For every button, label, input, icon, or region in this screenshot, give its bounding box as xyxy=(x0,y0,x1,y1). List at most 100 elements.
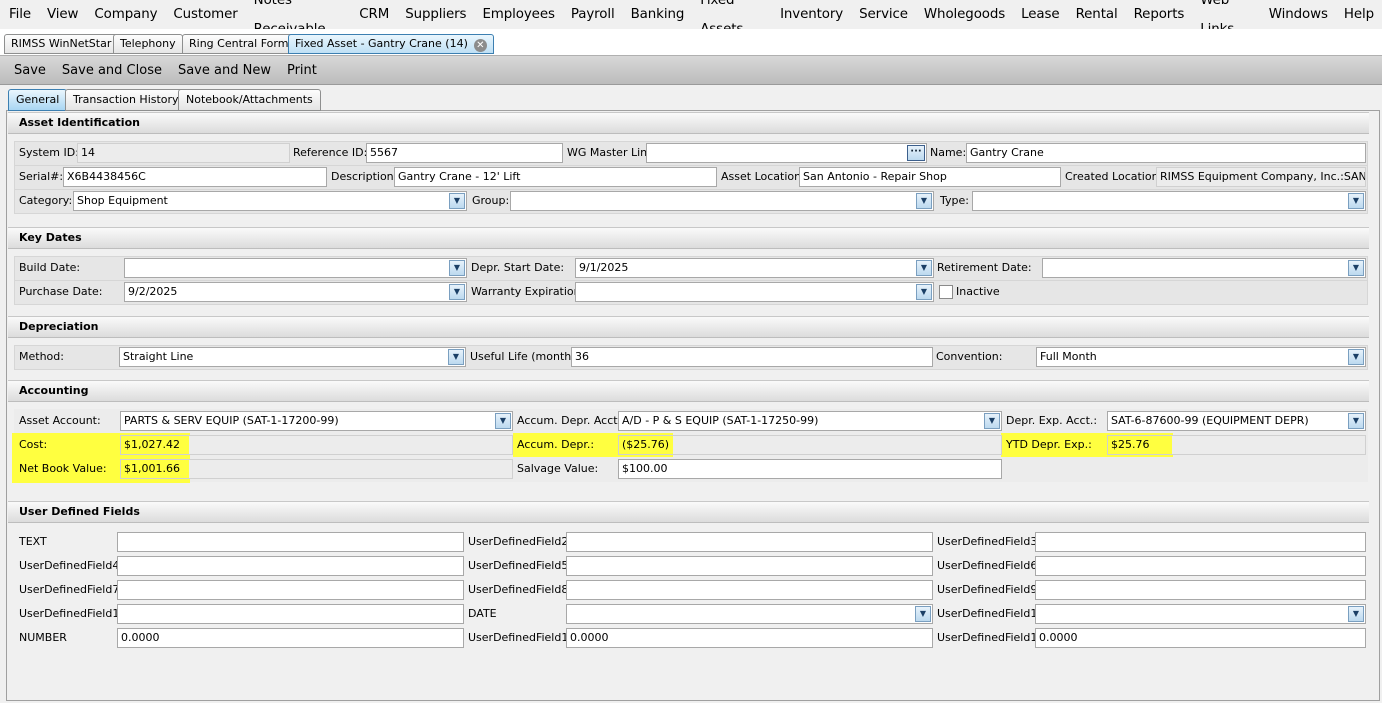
depr-exp-acct-select[interactable]: SAT-6-87600-99 (EQUIPMENT DEPR) ▼ xyxy=(1107,411,1366,431)
name-field[interactable]: Gantry Crane xyxy=(966,143,1366,163)
menu-item-customer[interactable]: Customer xyxy=(165,0,245,29)
chevron-down-icon[interactable]: ▼ xyxy=(916,193,932,209)
menu-item-banking[interactable]: Banking xyxy=(623,0,693,29)
chevron-down-icon[interactable]: ▼ xyxy=(448,349,464,365)
udf-field[interactable] xyxy=(566,532,933,552)
udf-field[interactable] xyxy=(117,556,464,576)
menu-item-company[interactable]: Company xyxy=(86,0,165,29)
menu-item-inventory[interactable]: Inventory xyxy=(772,0,851,29)
chevron-down-icon[interactable]: ▼ xyxy=(916,260,932,276)
depr-start-date-picker[interactable]: 9/1/2025 ▼ xyxy=(575,258,934,278)
chevron-down-icon[interactable]: ▼ xyxy=(495,413,511,429)
udf-label: UserDefinedField9 xyxy=(937,583,1038,596)
udf-field[interactable]: 0.0000 xyxy=(1035,628,1366,648)
tab-general[interactable]: General xyxy=(8,89,68,111)
ytd-depr-exp-label: YTD Depr. Exp.: xyxy=(1006,438,1092,451)
chevron-down-icon[interactable]: ▼ xyxy=(449,284,465,300)
menu-item-wholegoods[interactable]: Wholegoods xyxy=(916,0,1013,29)
chevron-down-icon[interactable]: ▼ xyxy=(449,193,465,209)
udf-field[interactable] xyxy=(1035,580,1366,600)
udf-field[interactable]: 0.0000 xyxy=(117,628,464,648)
chevron-down-icon[interactable]: ▼ xyxy=(1348,413,1364,429)
menu-item-suppliers[interactable]: Suppliers xyxy=(397,0,474,29)
udf-field[interactable] xyxy=(566,556,933,576)
asset-location-field[interactable]: San Antonio - Repair Shop xyxy=(799,167,1061,187)
accum-depr-acct-value: A/D - P & S EQUIP (SAT-1-17250-99) xyxy=(622,414,819,427)
menu-item-help[interactable]: Help xyxy=(1336,0,1382,29)
menu-item-rental[interactable]: Rental xyxy=(1068,0,1126,29)
doc-tab-fixed-asset[interactable]: Fixed Asset - Gantry Crane (14) ✕ xyxy=(288,34,494,54)
chevron-down-icon[interactable]: ▼ xyxy=(1348,260,1364,276)
menu-item-view[interactable]: View xyxy=(39,0,86,29)
accum-depr-acct-select[interactable]: A/D - P & S EQUIP (SAT-1-17250-99) ▼ xyxy=(618,411,1002,431)
chevron-down-icon[interactable]: ▼ xyxy=(916,284,932,300)
udf-label: UserDefinedField14 xyxy=(468,631,576,644)
udf-select[interactable]: ▼ xyxy=(1035,604,1366,624)
udf-field[interactable] xyxy=(117,580,464,600)
section-header-user-defined-fields: User Defined Fields xyxy=(8,501,1369,523)
doc-tab-rimss-winnetstar[interactable]: RIMSS WinNetStar xyxy=(4,34,119,54)
chevron-down-icon[interactable]: ▼ xyxy=(1348,349,1364,365)
save-and-new-button[interactable]: Save and New xyxy=(170,57,279,84)
wg-master-link-field[interactable]: ··· xyxy=(646,143,927,163)
reference-id-field[interactable]: 5567 xyxy=(366,143,563,163)
convention-label: Convention: xyxy=(936,350,1003,363)
menu-item-crm[interactable]: CRM xyxy=(351,0,397,29)
menu-bar: FileViewCompanyCustomerNotes ReceivableC… xyxy=(0,0,1382,37)
tab-transaction-history[interactable]: Transaction History xyxy=(65,89,187,111)
browse-ellipsis-button[interactable]: ··· xyxy=(907,145,925,161)
udf-select[interactable]: ▼ xyxy=(566,604,933,624)
udf-field[interactable] xyxy=(117,532,464,552)
menu-item-lease[interactable]: Lease xyxy=(1013,0,1067,29)
menu-item-payroll[interactable]: Payroll xyxy=(563,0,623,29)
chevron-down-icon[interactable]: ▼ xyxy=(1348,606,1364,622)
close-icon[interactable]: ✕ xyxy=(473,39,487,52)
salvage-value-label: Salvage Value: xyxy=(517,462,599,475)
chevron-down-icon[interactable]: ▼ xyxy=(915,606,931,622)
menu-item-service[interactable]: Service xyxy=(851,0,916,29)
retirement-date-label: Retirement Date: xyxy=(937,261,1032,274)
save-button[interactable]: Save xyxy=(6,57,54,84)
doc-tab-label: Telephony xyxy=(120,37,176,50)
convention-select[interactable]: Full Month ▼ xyxy=(1036,347,1366,367)
asset-account-select[interactable]: PARTS & SERV EQUIP (SAT-1-17200-99) ▼ xyxy=(120,411,513,431)
retirement-date-picker[interactable]: ▼ xyxy=(1042,258,1366,278)
description-field[interactable]: Gantry Crane - 12' Lift xyxy=(394,167,717,187)
udf-field[interactable] xyxy=(566,580,933,600)
doc-tab-ring-central-form[interactable]: Ring Central Form xyxy=(182,34,296,54)
useful-life-field[interactable]: 36 xyxy=(571,347,933,367)
system-id-label: System ID: xyxy=(19,146,79,159)
save-and-close-button[interactable]: Save and Close xyxy=(54,57,170,84)
udf-label: UserDefinedField3 xyxy=(937,535,1038,548)
inactive-checkbox[interactable] xyxy=(939,285,953,299)
method-select[interactable]: Straight Line ▼ xyxy=(119,347,466,367)
group-select[interactable]: ▼ xyxy=(510,191,934,211)
created-location-label: Created Location: xyxy=(1065,170,1163,183)
menu-item-employees[interactable]: Employees xyxy=(474,0,562,29)
menu-item-windows[interactable]: Windows xyxy=(1261,0,1336,29)
doc-tab-telephony[interactable]: Telephony xyxy=(113,34,183,54)
udf-field[interactable] xyxy=(1035,556,1366,576)
build-date-picker[interactable]: ▼ xyxy=(124,258,467,278)
udf-label: UserDefinedField5 xyxy=(468,559,569,572)
category-select[interactable]: Shop Equipment ▼ xyxy=(73,191,467,211)
serial-field[interactable]: X6B4438456C xyxy=(63,167,327,187)
chevron-down-icon[interactable]: ▼ xyxy=(984,413,1000,429)
system-id-field: 14 xyxy=(77,143,290,163)
warranty-expiration-picker[interactable]: ▼ xyxy=(575,282,934,302)
menu-item-reports[interactable]: Reports xyxy=(1126,0,1193,29)
udf-field[interactable] xyxy=(117,604,464,624)
group-label: Group: xyxy=(472,194,510,207)
print-button[interactable]: Print xyxy=(279,57,325,84)
udf-field[interactable] xyxy=(1035,532,1366,552)
udf-label: UserDefinedField10 xyxy=(19,607,127,620)
udf-field[interactable]: 0.0000 xyxy=(566,628,933,648)
purchase-date-picker[interactable]: 9/2/2025 ▼ xyxy=(124,282,467,302)
type-select[interactable]: ▼ xyxy=(972,191,1366,211)
depr-start-date-value: 9/1/2025 xyxy=(579,261,629,274)
tab-notebook-attachments[interactable]: Notebook/Attachments xyxy=(178,89,321,111)
salvage-value-field[interactable]: $100.00 xyxy=(618,459,1002,479)
chevron-down-icon[interactable]: ▼ xyxy=(449,260,465,276)
chevron-down-icon[interactable]: ▼ xyxy=(1348,193,1364,209)
menu-item-file[interactable]: File xyxy=(1,0,39,29)
